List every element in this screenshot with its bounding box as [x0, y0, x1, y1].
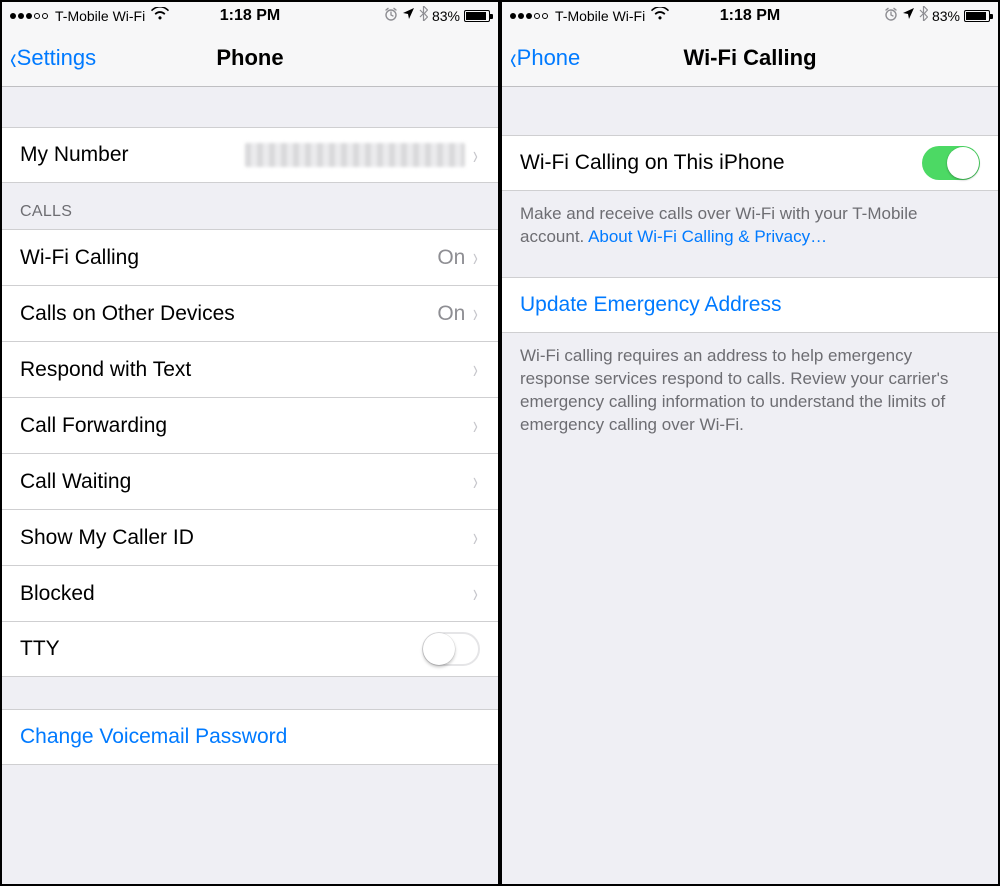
battery-percent-label: 83% [932, 8, 960, 24]
location-icon [402, 7, 415, 24]
carrier-label: T-Mobile Wi-Fi [55, 8, 145, 24]
nav-bar: ‹ Settings Phone [2, 29, 498, 87]
row-value: On [437, 302, 465, 326]
footer-text: Wi-Fi calling requires an address to hel… [520, 346, 948, 434]
screen-phone-settings: T-Mobile Wi-Fi 1:18 PM 83% ‹ Settings Ph… [0, 0, 500, 886]
battery-icon [464, 10, 490, 22]
row-label: Call Forwarding [20, 414, 471, 438]
page-title: Wi-Fi Calling [683, 45, 816, 71]
wifi-icon [651, 7, 669, 24]
footer-wifi-calling-desc: Make and receive calls over Wi-Fi with y… [502, 191, 998, 255]
row-label: Blocked [20, 582, 471, 606]
row-value: On [437, 246, 465, 270]
content-scroll[interactable]: Wi-Fi Calling on This iPhone Make and re… [502, 87, 998, 884]
footer-emergency-desc: Wi-Fi calling requires an address to hel… [502, 333, 998, 443]
chevron-right-icon: › [473, 354, 478, 385]
row-label: Wi-Fi Calling [20, 246, 437, 270]
wifi-calling-toggle[interactable] [922, 146, 980, 180]
row-label: Wi-Fi Calling on This iPhone [520, 151, 922, 175]
screen-wifi-calling: T-Mobile Wi-Fi 1:18 PM 83% ‹ Phone Wi-Fi… [500, 0, 1000, 886]
status-bar: T-Mobile Wi-Fi 1:18 PM 83% [502, 2, 998, 29]
row-tty: TTY [2, 621, 498, 677]
back-label: Settings [17, 45, 97, 71]
row-change-voicemail-password[interactable]: Change Voicemail Password [2, 709, 498, 765]
back-button[interactable]: ‹ Settings [8, 42, 96, 74]
nav-bar: ‹ Phone Wi-Fi Calling [502, 29, 998, 87]
my-number-value-blurred [245, 143, 465, 167]
carrier-label: T-Mobile Wi-Fi [555, 8, 645, 24]
chevron-left-icon: ‹ [10, 42, 16, 74]
row-call-forwarding[interactable]: Call Forwarding › [2, 397, 498, 453]
status-bar: T-Mobile Wi-Fi 1:18 PM 83% [2, 2, 498, 29]
chevron-right-icon: › [473, 140, 478, 171]
chevron-right-icon: › [473, 522, 478, 553]
tty-toggle[interactable] [422, 632, 480, 666]
row-wifi-calling-toggle: Wi-Fi Calling on This iPhone [502, 135, 998, 191]
row-calls-other-devices[interactable]: Calls on Other Devices On › [2, 285, 498, 341]
row-respond-with-text[interactable]: Respond with Text › [2, 341, 498, 397]
battery-percent-label: 83% [432, 8, 460, 24]
row-label: TTY [20, 637, 422, 661]
row-label: Show My Caller ID [20, 526, 471, 550]
chevron-right-icon: › [473, 578, 478, 609]
location-icon [902, 7, 915, 24]
section-header-calls: CALLS [2, 183, 498, 229]
about-wifi-calling-link[interactable]: About Wi-Fi Calling & Privacy… [588, 227, 827, 246]
alarm-icon [384, 7, 398, 25]
row-call-waiting[interactable]: Call Waiting › [2, 453, 498, 509]
chevron-right-icon: › [473, 410, 478, 441]
back-button[interactable]: ‹ Phone [508, 42, 580, 74]
wifi-icon [151, 7, 169, 24]
bluetooth-icon [419, 6, 428, 25]
row-update-emergency-address[interactable]: Update Emergency Address [502, 277, 998, 333]
row-label: Change Voicemail Password [20, 725, 480, 749]
chevron-left-icon: ‹ [510, 42, 516, 74]
signal-dots-icon [510, 13, 548, 19]
alarm-icon [884, 7, 898, 25]
row-my-number[interactable]: My Number › [2, 127, 498, 183]
signal-dots-icon [10, 13, 48, 19]
row-blocked[interactable]: Blocked › [2, 565, 498, 621]
content-scroll[interactable]: My Number › CALLS Wi-Fi Calling On › Cal… [2, 87, 498, 884]
chevron-right-icon: › [473, 242, 478, 273]
back-label: Phone [517, 45, 581, 71]
row-label: My Number [20, 143, 245, 167]
page-title: Phone [216, 45, 283, 71]
bluetooth-icon [919, 6, 928, 25]
chevron-right-icon: › [473, 466, 478, 497]
chevron-right-icon: › [473, 298, 478, 329]
clock-label: 1:18 PM [720, 7, 780, 25]
row-label: Update Emergency Address [520, 293, 980, 317]
row-show-caller-id[interactable]: Show My Caller ID › [2, 509, 498, 565]
battery-icon [964, 10, 990, 22]
row-label: Respond with Text [20, 358, 471, 382]
row-label: Call Waiting [20, 470, 471, 494]
row-label: Calls on Other Devices [20, 302, 437, 326]
clock-label: 1:18 PM [220, 7, 280, 25]
row-wifi-calling[interactable]: Wi-Fi Calling On › [2, 229, 498, 285]
